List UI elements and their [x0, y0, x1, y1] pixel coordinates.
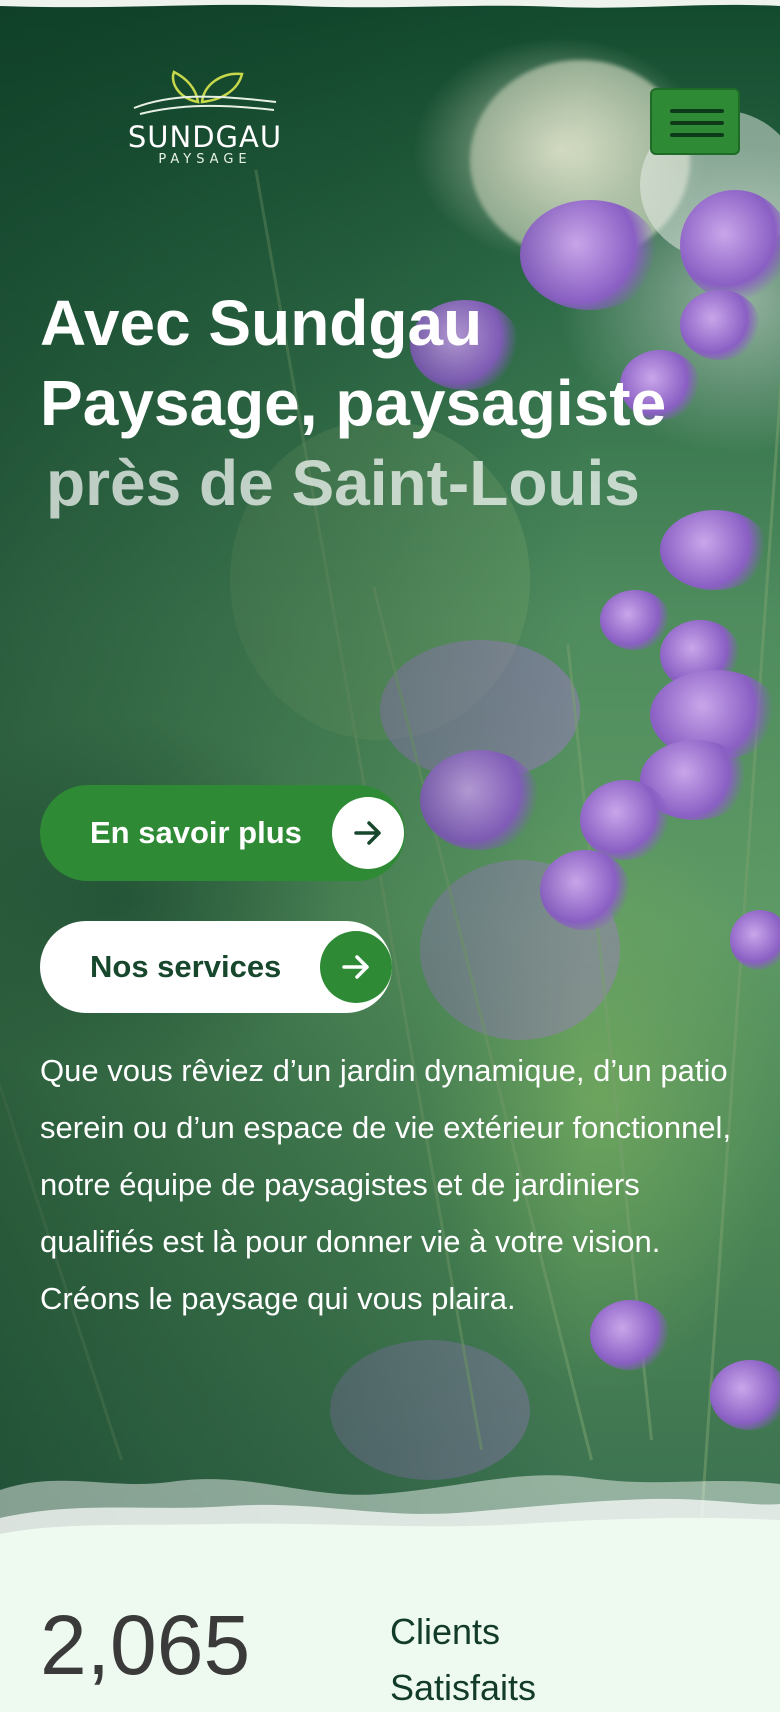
- hero-section: SUNDGAU PAYSAGE Avec Sundgau Paysage, pa…: [0, 0, 780, 1545]
- learn-more-label: En savoir plus: [90, 815, 302, 850]
- leaf-logo-icon: [133, 70, 277, 115]
- stat-label-secondary: Satisfaits: [390, 1667, 537, 1708]
- bottom-wave-divider: [0, 1475, 780, 1545]
- hero-title-line3: près de Saint-Louis: [46, 447, 640, 519]
- logo-name: SUNDGAU: [127, 120, 283, 154]
- arrow-right-icon: [332, 797, 404, 869]
- services-button[interactable]: Nos services: [40, 921, 392, 1013]
- top-wave-divider: [0, 0, 780, 8]
- hero-title-line1: Avec Sundgau: [40, 287, 483, 359]
- hero-title: Avec Sundgau Paysage, paysagiste près de…: [40, 283, 740, 523]
- hero-description: Que vous rêviez d’un jardin dynamique, d…: [40, 1053, 732, 1316]
- logo[interactable]: SUNDGAU PAYSAGE: [125, 68, 285, 173]
- learn-more-button[interactable]: En savoir plus: [40, 785, 405, 881]
- menu-button[interactable]: [650, 88, 740, 155]
- stat-label: Clients: [390, 1611, 501, 1652]
- hero-title-line2: Paysage, paysagiste: [40, 367, 667, 439]
- logo-subtitle: PAYSAGE: [158, 152, 252, 167]
- services-label: Nos services: [90, 949, 282, 984]
- arrow-right-icon: [320, 931, 392, 1003]
- stat-value: 2,065: [40, 1598, 251, 1692]
